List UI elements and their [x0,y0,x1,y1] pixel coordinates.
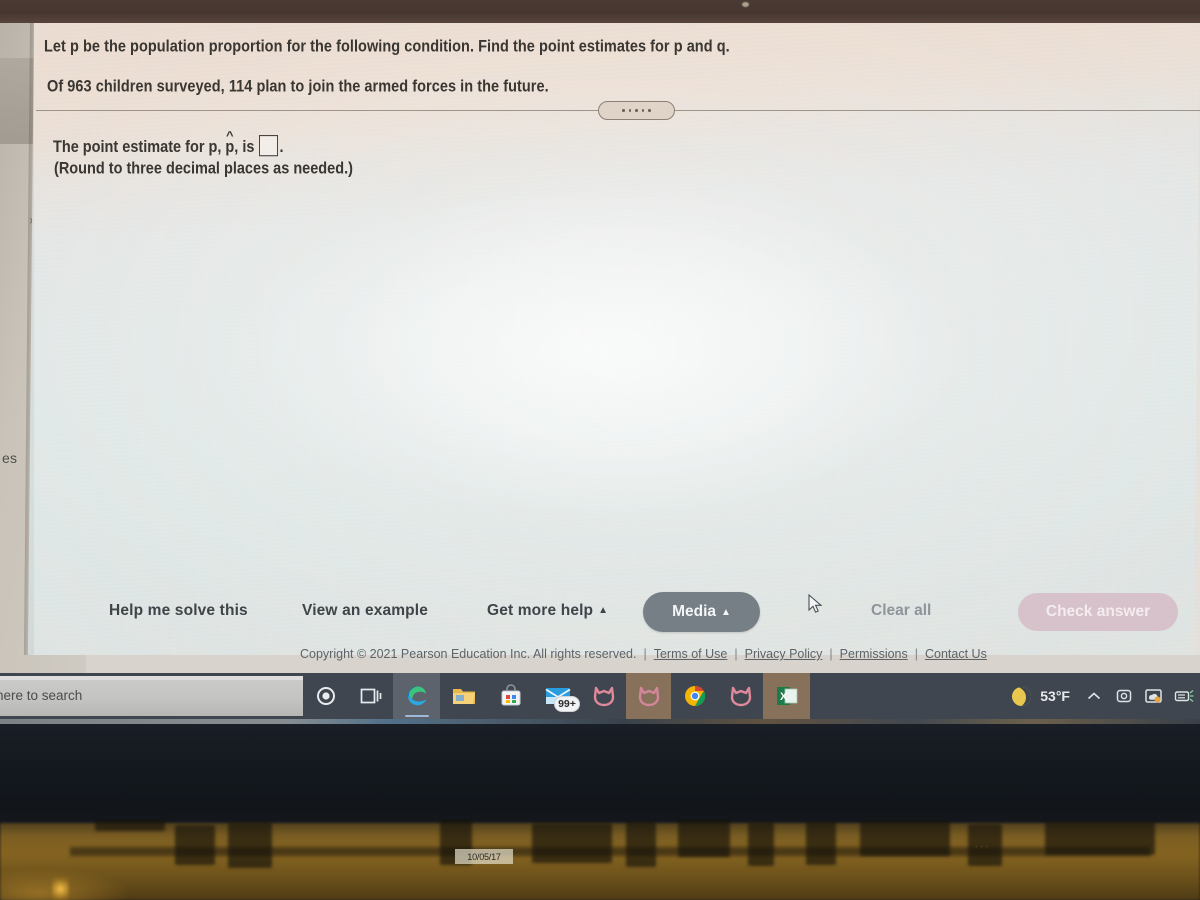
copyright-text: Copyright © 2021 Pearson Education Inc. … [300,647,637,661]
taskbar-app-file-explorer[interactable] [440,673,487,719]
contact-us-link[interactable]: Contact Us [925,647,987,661]
caret-up-icon: ▲ [598,605,609,616]
get-more-help-button[interactable]: Get more help ▲ [487,602,608,620]
reflection-light-source [52,877,69,900]
windows-taskbar: here to search 99+ X 53°F [0,673,1200,719]
temperature-label: 53°F [1040,688,1070,704]
reflection-shape-12 [95,819,165,831]
microsoft-store-icon [501,684,520,706]
reflection-shape-4 [532,823,612,863]
cortana-button[interactable] [303,673,348,719]
handle-dot-5 [648,109,651,112]
photographed-laptop-screen: es › › Let p be the population proportio… [0,0,1200,900]
clear-all-button[interactable]: Clear all [871,602,931,620]
help-me-solve-this-button[interactable]: Help me solve this [109,602,248,620]
cortana-circle-icon [316,687,335,705]
webcam-indicator-icon [742,2,749,7]
get-more-help-label: Get more help [487,602,594,619]
reflection-shape-6 [678,819,730,857]
reflection-shape-9 [860,820,950,856]
taskbar-app-microsoft-edge[interactable] [393,673,440,719]
question-line-1: Let p be the population proportion for t… [44,38,730,56]
excel-icon: X [776,687,797,705]
footer-separator-4: | [914,647,918,661]
divider-expand-handle[interactable] [598,101,675,120]
reflection-shape-5 [626,821,656,867]
taskbar-app-microsoft-excel[interactable]: X [763,673,810,719]
chrome-icon [684,685,705,707]
footer-separator-2: | [734,647,738,661]
mail-unread-badge: 99+ [554,696,580,712]
reflection-shape-7 [748,822,774,866]
footer-separator-3: | [829,647,833,661]
answer-prompt-row: The point estimate for p, ^ p, is . [53,130,284,157]
taskbar-app-mail[interactable]: 99+ [534,673,581,719]
taskbar-reflection-strip [0,719,1200,724]
edge-icon [407,686,426,706]
reflection-shape-8 [806,821,836,865]
taskbar-app-browser-1[interactable] [581,673,626,719]
handle-dot-3 [635,109,638,112]
onedrive-tray-button[interactable] [1143,686,1164,707]
reflection-date-label: 10/05/17 [455,849,513,864]
weather-widget[interactable]: 53°F [1009,684,1070,708]
mouse-cursor-icon [808,594,823,613]
network-icon [1116,689,1131,703]
answer-prompt-before: The point estimate for p, [53,138,226,157]
sound-icon [1174,690,1193,702]
firefox-icon-3 [730,686,751,707]
task-view-icon [360,688,381,704]
task-view-button[interactable] [348,673,393,719]
edge-active-indicator [404,714,429,717]
svg-text:X: X [780,691,788,703]
media-label: Media [672,603,717,620]
taskbar-app-microsoft-store[interactable] [487,673,534,719]
search-box-top-edge [0,676,303,680]
file-explorer-icon [452,689,475,704]
taskbar-app-browser-2[interactable] [626,673,671,719]
system-tray: 53°F [1009,673,1200,719]
terms-of-use-link[interactable]: Terms of Use [654,647,728,661]
screen-area: es › › Let p be the population proportio… [0,22,1200,673]
taskbar-app-browser-3[interactable] [718,673,763,719]
handle-dot-1 [622,109,625,112]
answer-period: . [279,138,284,157]
privacy-policy-link[interactable]: Privacy Policy [745,647,823,661]
chevron-up-icon [1087,692,1100,700]
permissions-link[interactable]: Permissions [840,647,908,661]
action-button-row: Help me solve this View an example Get m… [0,582,1200,638]
sound-tray-button[interactable] [1173,686,1194,707]
firefox-icon-1 [593,686,614,707]
laptop-top-bezel [0,0,1200,23]
p-hat-caret: ^ [226,128,234,143]
taskbar-search-input[interactable]: here to search [0,676,303,716]
onedrive-icon [1145,689,1162,703]
network-tray-button[interactable] [1113,686,1134,707]
question-content: Let p be the population proportion for t… [0,22,1200,673]
footer-separator-1: | [643,647,647,661]
reflection-faint-text: · · · [975,841,989,851]
answer-input-box[interactable] [259,135,279,157]
reflection-shape-2 [228,822,272,868]
question-line-2: Of 963 children surveyed, 114 plan to jo… [47,78,549,96]
rounding-instruction: (Round to three decimal places as needed… [54,160,353,178]
view-an-example-button[interactable]: View an example [302,602,428,620]
handle-dot-2 [628,109,632,112]
p-hat-symbol: ^ p [225,130,234,157]
media-button[interactable]: Media ▲ [643,592,760,632]
answer-prompt-after: , is [234,138,255,157]
crescent-moon-icon [1009,684,1034,708]
firefox-icon-2 [638,686,659,707]
taskbar-icon-strip: 99+ X [303,673,810,719]
taskbar-app-google-chrome[interactable] [671,673,718,719]
media-caret-up-icon: ▲ [721,606,731,618]
laptop-bottom-bezel-and-reflection: 10/05/17 · · · [0,719,1200,900]
search-placeholder-text: here to search [0,688,83,703]
show-hidden-icons-button[interactable] [1083,686,1104,707]
reflection-shape-11 [1045,821,1155,855]
handle-dot-4 [641,109,645,112]
check-answer-button[interactable]: Check answer [1018,593,1178,631]
reflection-shape-1 [175,825,215,865]
